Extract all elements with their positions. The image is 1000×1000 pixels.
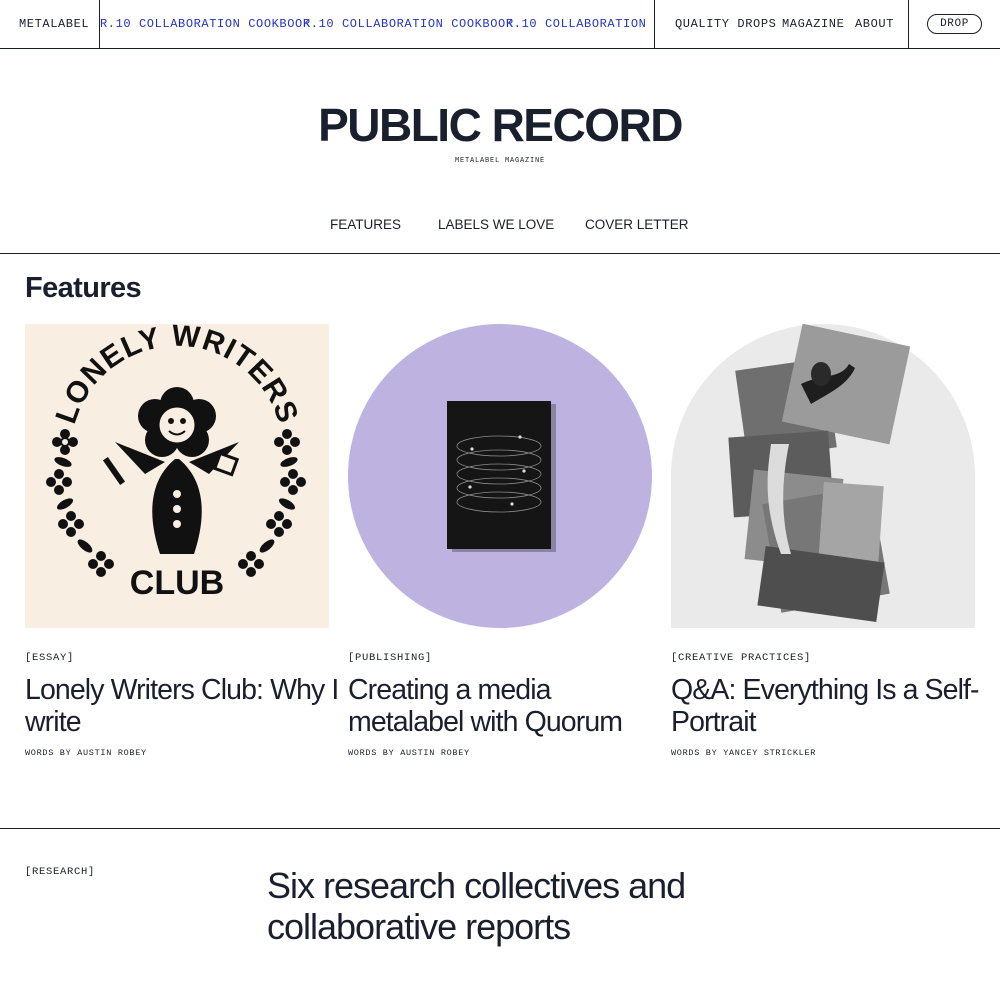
card-category-tag: [ESSAY] [25, 652, 75, 664]
book-cover [447, 401, 551, 549]
lonely-writers-club-illustration[interactable]: LONELY WRITERS CLUB [25, 324, 329, 628]
marquee-item[interactable]: R.10 COLLABORATION COOKBOOK [100, 17, 311, 31]
features-heading: Features [25, 272, 142, 304]
card-category-tag: [CREATIVE PRACTICES] [671, 652, 812, 664]
self-portrait-collage-image[interactable] [671, 324, 975, 628]
nav-link-about[interactable]: ABOUT [855, 17, 894, 31]
photo-collage-illustration [671, 324, 975, 628]
quorum-book-illustration [348, 324, 652, 628]
card-title-link[interactable]: Lonely Writers Club: Why I write [25, 674, 345, 738]
card-byline: WORDS BY YANCEY STRICKLER [671, 748, 817, 758]
tab-labels-we-love[interactable]: LABELS WE LOVE [438, 217, 554, 232]
nav-link-magazine[interactable]: MAGAZINE [782, 17, 844, 31]
tab-features[interactable]: FEATURES [330, 217, 401, 232]
research-title-link[interactable]: Six research collectives and collaborati… [267, 865, 687, 947]
logo-ring-bottom-text: CLUB [130, 564, 224, 602]
nav-link-quality-drops[interactable]: QUALITY DROPS [675, 17, 776, 31]
brand-logo-link[interactable]: METALABEL [19, 17, 89, 31]
page-title: PUBLIC RECORD [318, 99, 683, 151]
research-category-tag: [RESEARCH] [25, 866, 96, 878]
card-byline: WORDS BY AUSTIN ROBEY [348, 748, 470, 758]
nav-divider [908, 0, 909, 48]
drop-button[interactable]: DROP [927, 14, 982, 34]
lonely-writers-club-logo: LONELY WRITERS CLUB [25, 324, 329, 628]
quorum-book-image[interactable] [348, 324, 652, 628]
card-title-link[interactable]: Q&A: Everything Is a Self-Portrait [671, 674, 991, 738]
marquee-item[interactable]: R.10 COLLABORATION COOKBOOK [303, 17, 514, 31]
page-subtitle: METALABEL MAGAZINE [454, 157, 545, 165]
marquee-item[interactable]: R.10 COLLABORATION COO [506, 17, 654, 31]
section-divider [0, 828, 1000, 829]
card-title-link[interactable]: Creating a media metalabel with Quorum [348, 674, 668, 738]
card-category-tag: [PUBLISHING] [348, 652, 433, 664]
section-divider [0, 253, 1000, 254]
top-navigation-bar: METALABEL R.10 COLLABORATION COOKBOOK R.… [0, 0, 1000, 49]
card-byline: WORDS BY AUSTIN ROBEY [25, 748, 147, 758]
announcement-marquee[interactable]: R.10 COLLABORATION COOKBOOK R.10 COLLABO… [99, 0, 655, 48]
tab-cover-letter[interactable]: COVER LETTER [585, 217, 689, 232]
